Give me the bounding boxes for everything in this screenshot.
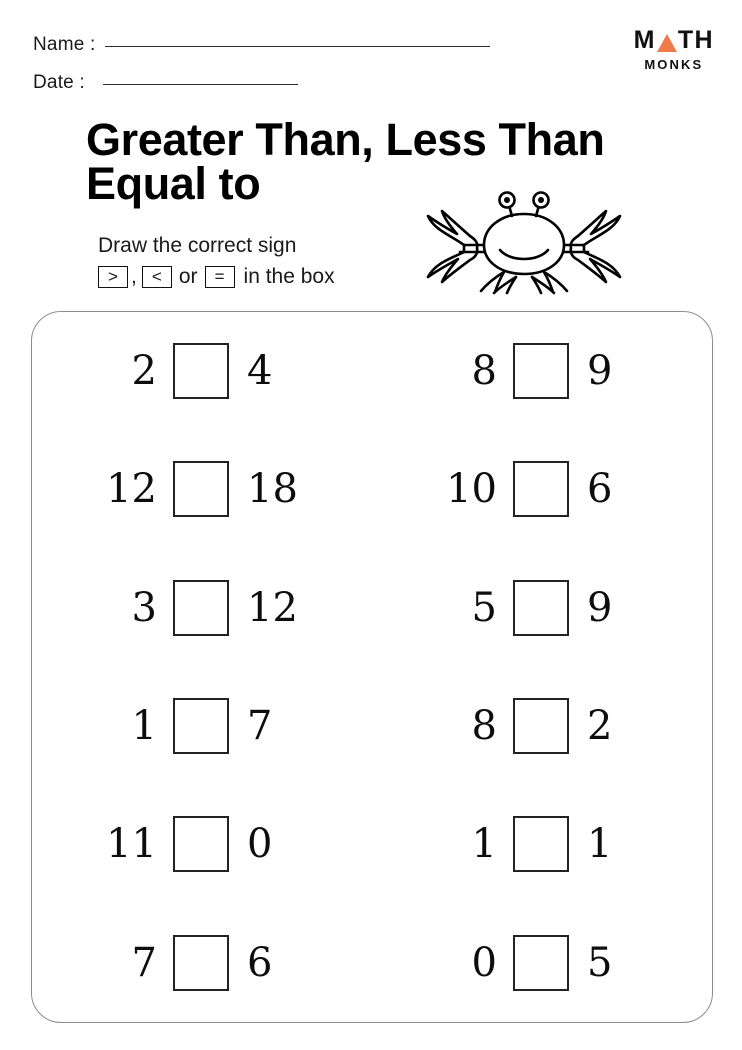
answer-box[interactable] bbox=[173, 343, 229, 400]
problems-panel: 2 4 8 9 12 18 10 6 3 12 5 9 1 7 8 2 11 0 1 1 7 6 0 5 bbox=[31, 311, 713, 1023]
right-operand: 7 bbox=[247, 703, 273, 750]
sign-less-sample: < bbox=[141, 265, 172, 288]
worksheet-header: Name : Date : M TH MONKS bbox=[0, 0, 742, 105]
logo-subtitle: MONKS bbox=[644, 57, 704, 72]
right-operand: 12 bbox=[247, 584, 298, 631]
right-operand: 6 bbox=[587, 466, 613, 513]
crab-icon bbox=[426, 191, 622, 295]
sign-separator: , bbox=[131, 264, 137, 288]
answer-box[interactable] bbox=[173, 816, 229, 873]
left-operand: 8 bbox=[471, 348, 497, 395]
answer-box[interactable] bbox=[513, 934, 569, 991]
crab-illustration bbox=[424, 190, 624, 295]
sign-greater-sample: > bbox=[98, 265, 128, 288]
right-operand: 18 bbox=[247, 466, 298, 513]
problem-4: 10 6 bbox=[372, 461, 712, 518]
answer-box[interactable] bbox=[513, 698, 569, 755]
problem-grid: 2 4 8 9 12 18 10 6 3 12 5 9 1 7 8 2 11 0 1 1 7 6 0 5 bbox=[32, 312, 712, 1022]
instructions-line-1: Draw the correct sign bbox=[98, 234, 297, 257]
sign-equal-sample: = bbox=[204, 265, 235, 288]
answer-box[interactable] bbox=[173, 698, 229, 755]
left-operand: 7 bbox=[131, 939, 157, 986]
logo-letter-m: M bbox=[633, 26, 656, 54]
sign-conjunction: or bbox=[178, 264, 198, 288]
problem-3: 12 18 bbox=[32, 461, 372, 518]
left-operand: 2 bbox=[131, 348, 157, 395]
name-input-line[interactable] bbox=[105, 46, 491, 47]
answer-box[interactable] bbox=[173, 461, 229, 518]
right-operand: 6 bbox=[247, 939, 273, 986]
answer-box[interactable] bbox=[513, 579, 569, 636]
right-operand: 0 bbox=[247, 821, 273, 868]
problem-12: 05 bbox=[372, 934, 712, 991]
answer-box[interactable] bbox=[513, 816, 569, 873]
date-label: Date : bbox=[33, 72, 85, 93]
right-operand: 1 bbox=[587, 821, 613, 868]
right-operand: 5 bbox=[587, 939, 613, 986]
left-operand: 12 bbox=[106, 466, 157, 513]
right-operand: 9 bbox=[587, 348, 613, 395]
problem-8: 82 bbox=[372, 698, 712, 755]
mathmonks-logo: M TH MONKS bbox=[634, 28, 714, 72]
name-label: Name : bbox=[33, 34, 96, 55]
left-operand: 10 bbox=[446, 466, 497, 513]
logo-triangle-icon bbox=[656, 34, 677, 52]
instructions-line-2: > , < or = in the box bbox=[98, 263, 335, 291]
problem-11: 76 bbox=[32, 934, 372, 991]
logo-wordmark: M TH bbox=[634, 28, 714, 53]
left-operand: 8 bbox=[471, 703, 497, 750]
problem-10: 11 bbox=[372, 816, 712, 873]
answer-box[interactable] bbox=[513, 461, 569, 518]
problem-1: 24 bbox=[32, 343, 372, 400]
right-operand: 4 bbox=[247, 348, 273, 395]
right-operand: 9 bbox=[587, 584, 613, 631]
problem-6: 59 bbox=[372, 579, 712, 636]
instructions-tail: in the box bbox=[243, 264, 335, 288]
answer-box[interactable] bbox=[173, 934, 229, 991]
left-operand: 3 bbox=[131, 584, 157, 631]
problem-5: 3 12 bbox=[32, 579, 372, 636]
left-operand: 5 bbox=[471, 584, 497, 631]
left-operand: 0 bbox=[471, 939, 497, 986]
problem-7: 17 bbox=[32, 698, 372, 755]
answer-box[interactable] bbox=[173, 579, 229, 636]
left-operand: 1 bbox=[471, 821, 497, 868]
date-input-line[interactable] bbox=[102, 84, 298, 85]
left-operand: 1 bbox=[131, 703, 157, 750]
date-field-row: Date : bbox=[33, 72, 298, 94]
answer-box[interactable] bbox=[513, 343, 569, 400]
problem-9: 11 0 bbox=[32, 816, 372, 873]
left-operand: 11 bbox=[106, 821, 157, 868]
logo-letters-th: TH bbox=[677, 26, 714, 54]
name-field-row: Name : bbox=[33, 34, 491, 56]
instructions-block: Draw the correct sign > , < or = in the … bbox=[98, 232, 335, 290]
right-operand: 2 bbox=[587, 703, 613, 750]
problem-2: 89 bbox=[372, 343, 712, 400]
